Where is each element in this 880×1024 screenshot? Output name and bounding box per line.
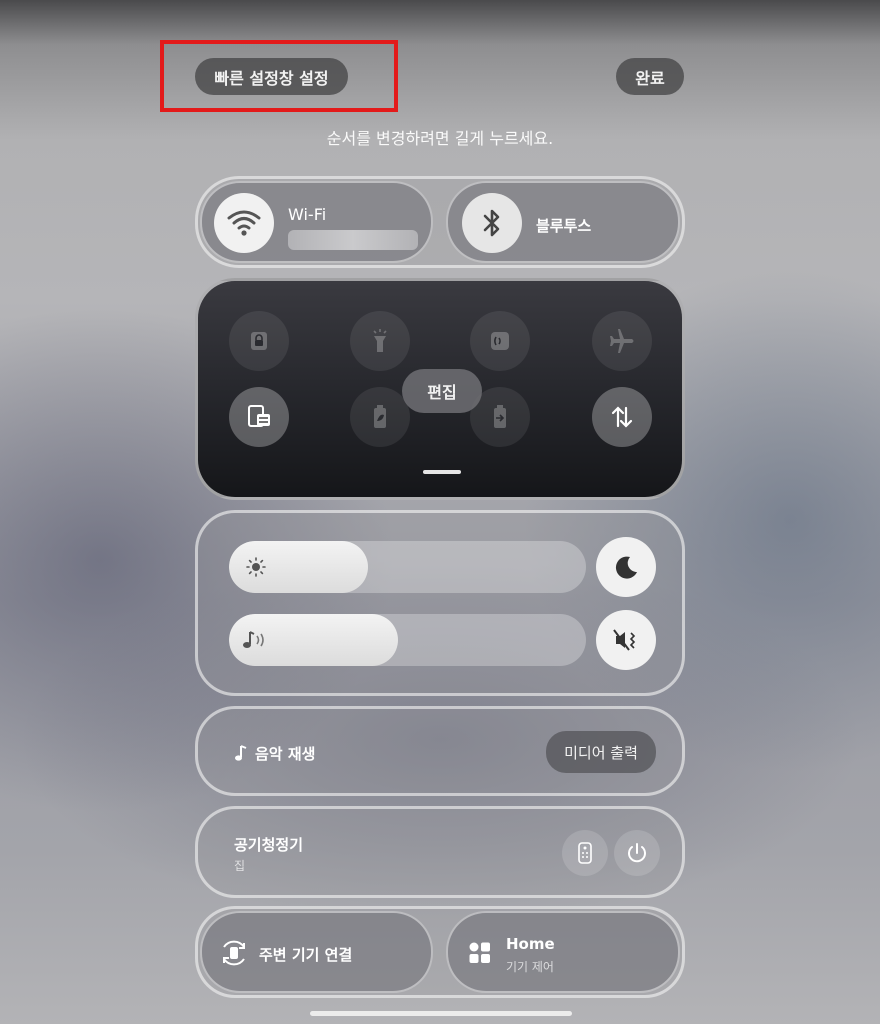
quick-settings-panel[interactable]: 편집 xyxy=(195,278,685,500)
sliders-panel xyxy=(195,510,685,696)
remote-button[interactable] xyxy=(562,830,608,876)
power-icon xyxy=(628,843,646,863)
airplane-icon xyxy=(592,311,652,371)
wifi-icon xyxy=(214,193,274,253)
bluetooth-tile[interactable]: 블루투스 xyxy=(446,181,680,263)
wifi-network-blurred xyxy=(288,230,418,250)
nearby-devices-tile[interactable]: 주변 기기 연결 xyxy=(200,911,433,993)
edit-button[interactable]: 편집 xyxy=(402,369,482,413)
media-label: 음악 재생 xyxy=(255,745,316,763)
home-label: Home xyxy=(506,935,555,953)
music-note-icon xyxy=(234,744,248,766)
home-indicator[interactable] xyxy=(310,1011,572,1016)
volume-slider[interactable] xyxy=(229,614,586,666)
nfc-icon xyxy=(470,311,530,371)
moon-icon xyxy=(615,556,637,579)
dark-mode-button[interactable] xyxy=(596,537,656,597)
remote-icon xyxy=(578,842,592,864)
card-icon xyxy=(229,387,289,447)
power-saving-icon xyxy=(350,387,410,447)
media-panel[interactable]: 음악 재생 미디어 출력 xyxy=(195,706,685,796)
nearby-devices-icon xyxy=(218,937,250,973)
drag-handle[interactable] xyxy=(423,470,461,474)
panel-settings-title: 빠른 설정창 설정 xyxy=(195,58,348,95)
media-output-button[interactable]: 미디어 출력 xyxy=(546,731,656,773)
lock-screen-icon xyxy=(229,311,289,371)
sound-mode-button[interactable] xyxy=(596,610,656,670)
sun-icon xyxy=(246,557,266,581)
bluetooth-label: 블루투스 xyxy=(536,217,592,235)
mobile-data-icon xyxy=(592,387,652,447)
wifi-label: Wi-Fi xyxy=(288,205,327,224)
vibrate-mute-icon xyxy=(613,629,636,651)
done-button[interactable]: 완료 xyxy=(616,58,684,95)
wifi-tile[interactable]: Wi-Fi xyxy=(200,181,433,263)
brightness-slider[interactable] xyxy=(229,541,586,593)
home-sub-label: 기기 제어 xyxy=(506,960,554,974)
device-panel[interactable]: 공기청정기 집 xyxy=(195,806,685,898)
device-power-button[interactable] xyxy=(614,830,660,876)
bluetooth-icon xyxy=(462,193,522,253)
flashlight-icon xyxy=(350,311,410,371)
home-apps-icon xyxy=(468,941,492,969)
nearby-devices-label: 주변 기기 연결 xyxy=(259,946,353,964)
music-volume-icon xyxy=(241,629,269,655)
device-location: 집 xyxy=(234,859,246,873)
home-tile[interactable]: Home 기기 제어 xyxy=(446,911,680,993)
device-name: 공기청정기 xyxy=(234,836,304,854)
reorder-hint: 순서를 변경하려면 길게 누르세요. xyxy=(326,129,554,148)
